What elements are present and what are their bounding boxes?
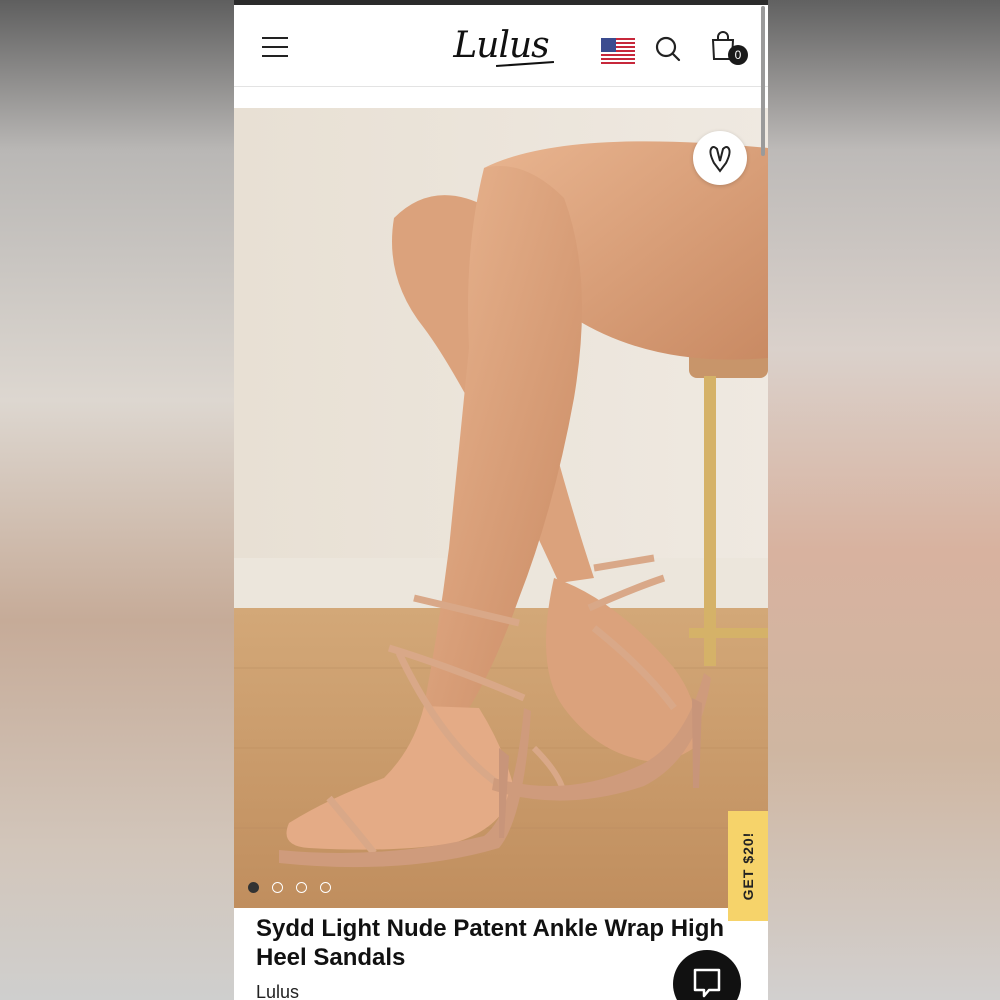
promo-tab[interactable]: GET $20! — [728, 811, 768, 921]
cart-count-badge: 0 — [728, 45, 748, 65]
page-scrollbar[interactable] — [761, 6, 765, 156]
site-header: Lulus 0 — [234, 5, 768, 87]
mobile-page: Lulus 0 GET $20! Sydd Light Nude Patent … — [234, 0, 768, 1000]
gallery-dot[interactable] — [272, 882, 283, 893]
favorite-button[interactable] — [693, 131, 747, 185]
gallery-dot[interactable] — [248, 882, 259, 893]
gallery-pagination — [248, 882, 331, 894]
menu-button[interactable] — [262, 37, 288, 57]
background-left — [0, 0, 234, 1000]
us-flag-icon[interactable] — [601, 38, 635, 64]
header-spacer — [234, 88, 768, 108]
gallery-dot[interactable] — [296, 882, 307, 893]
search-icon[interactable] — [654, 35, 682, 63]
gallery-dot[interactable] — [320, 882, 331, 893]
promo-label: GET $20! — [740, 831, 756, 901]
chat-icon — [693, 968, 721, 998]
cart-button[interactable]: 0 — [710, 31, 750, 67]
heart-icon — [709, 146, 731, 173]
product-photo — [234, 108, 768, 908]
chat-button[interactable] — [673, 950, 741, 1000]
product-image-gallery[interactable] — [234, 108, 768, 908]
background-right — [768, 0, 1000, 1000]
hamburger-menu-icon — [262, 37, 288, 39]
product-brand[interactable]: Lulus — [256, 982, 299, 1000]
